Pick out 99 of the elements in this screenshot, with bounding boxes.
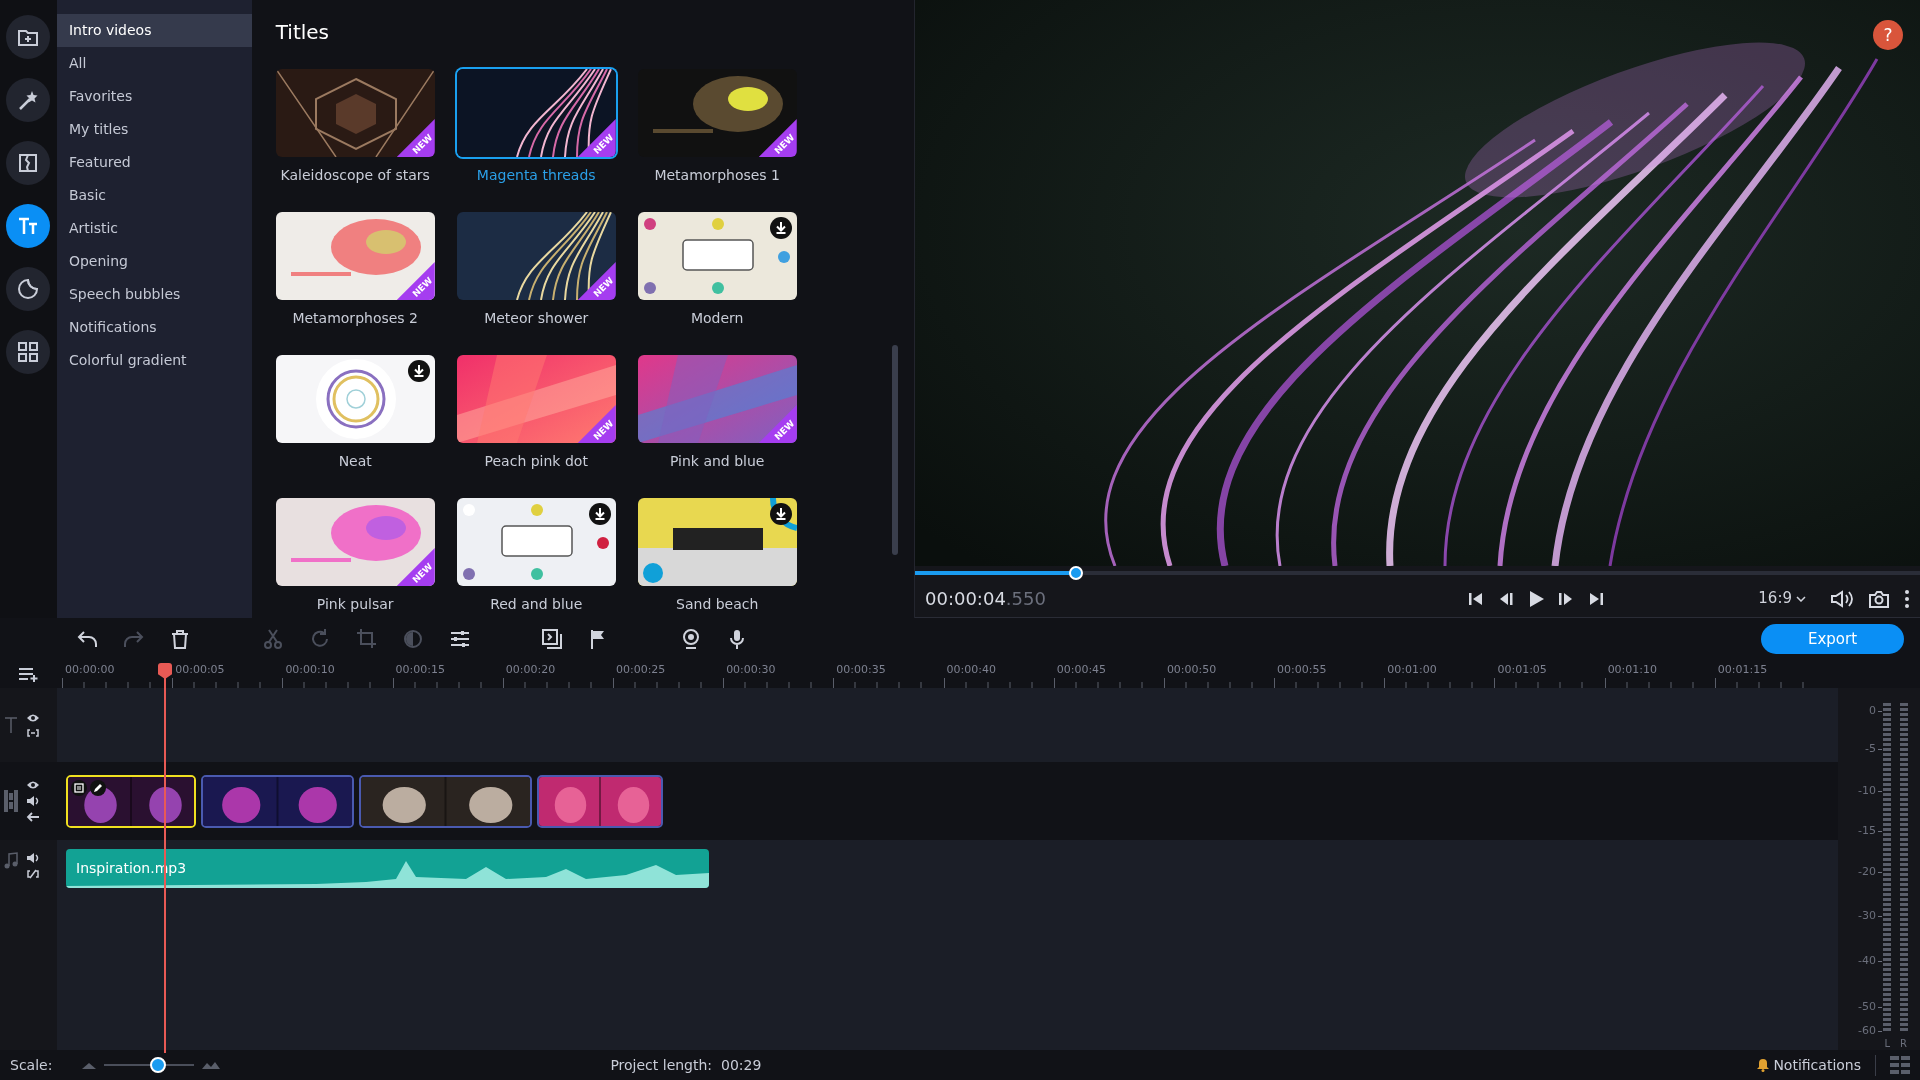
sidebar-tool-button[interactable] [6,141,51,185]
ruler-label: 00:00:50 [1166,662,1217,678]
unlink-icon[interactable] [26,869,40,879]
camera-icon[interactable] [1868,588,1890,609]
ruler-label: 00:00:00 [65,662,115,678]
undo-icon[interactable] [76,628,98,650]
title-label: Neat [338,452,372,471]
category-item[interactable]: My titles [56,113,252,146]
meter-scale-label: -40 [1858,955,1876,966]
meter-scale-label: -50 [1858,1001,1876,1012]
channel-label: R [1900,1037,1907,1051]
sliders-icon[interactable] [449,628,471,650]
title-label: Pink and blue [669,452,765,471]
download-icon[interactable] [769,217,792,239]
pencil-icon[interactable] [90,779,106,796]
category-item[interactable]: All [56,47,252,80]
sidebar-tool-button[interactable] [6,78,51,122]
category-item[interactable]: Featured [56,146,252,179]
meter-scale-label: -60 [1858,1025,1876,1036]
download-icon[interactable] [769,503,792,525]
ruler-label: 00:00:55 [1277,662,1327,678]
channel-label: L [1884,1037,1890,1051]
overlay-icon[interactable] [541,628,563,650]
save-icon[interactable] [71,779,87,796]
text-track-icon [4,716,18,734]
ruler-label: 00:00:10 [285,662,335,678]
category-item[interactable]: Intro videos [56,14,252,47]
ruler-label: 00:00:05 [175,662,225,678]
grid-icon [16,340,41,364]
scrollbar[interactable] [891,345,898,555]
ruler-label: 00:00:15 [395,662,445,678]
title-label: Peach pink dot [484,452,588,471]
ruler-label: 00:01:10 [1607,662,1658,678]
volume-icon[interactable] [1830,588,1854,609]
ruler-label: 00:01:05 [1497,662,1547,678]
progress-track[interactable] [915,566,1920,580]
webcam-icon[interactable] [680,628,702,650]
chevron-down-icon [1796,595,1806,602]
link-icon[interactable] [26,727,40,738]
more-icon[interactable] [1904,588,1910,609]
category-item[interactable]: Opening [56,245,252,278]
sticker-icon [16,277,41,301]
music-note-icon [4,852,18,870]
title-label: Kaleidoscope of stars [280,166,430,185]
aspect-ratio-dropdown[interactable]: 16:9 [1754,587,1810,610]
category-item[interactable]: Artistic [56,212,252,245]
ruler-label: 00:00:35 [836,662,886,678]
category-item[interactable]: Favorites [56,80,252,113]
trash-icon[interactable] [169,628,191,650]
speaker-icon[interactable] [26,852,40,864]
eye-icon[interactable] [26,712,40,723]
ruler-label: 00:00:45 [1056,662,1107,678]
ruler-label: 00:00:40 [946,662,996,678]
zoom-out-icon[interactable] [82,1061,97,1069]
meter-scale-label: -15 [1858,825,1876,836]
category-item[interactable]: Colorful gradient [56,344,252,377]
ruler-label: 00:00:20 [505,662,556,678]
title-label: Red and blue [490,595,583,614]
meter-scale-label: 0 [1869,705,1876,716]
title-label: Sand beach [676,595,759,614]
sidebar-tool-button[interactable] [6,15,51,59]
zoom-in-icon[interactable] [202,1061,221,1069]
title-label: Magenta threads [476,166,596,185]
eye-icon[interactable] [26,780,40,790]
scale-label: Scale: [10,1055,53,1075]
ruler-label: 00:00:30 [726,662,776,678]
layout-icon[interactable] [1890,1056,1910,1074]
meter-scale-label: -30 [1858,910,1876,921]
category-item[interactable]: Notifications [56,311,252,344]
slider-thumb[interactable] [150,1057,167,1073]
category-item[interactable]: Basic [56,179,252,212]
title-label: Metamorphoses 1 [654,166,780,185]
title-label: Meteor shower [484,309,589,328]
ruler-label: 00:01:15 [1717,662,1768,678]
speaker-icon[interactable] [26,795,40,807]
ruler-label: 00:00:25 [615,662,666,678]
sidebar-tool-button[interactable] [6,267,51,311]
project-length: Project length: 00:29 [610,1055,762,1075]
arrow-left-icon[interactable] [26,812,40,822]
title-label: Metamorphoses 2 [292,309,418,328]
meter-scale-label: -5 [1865,743,1876,754]
film-icon [4,790,18,812]
progress-thumb[interactable] [1068,566,1083,580]
sidebar-tool-button[interactable] [6,204,51,248]
notifications-button[interactable]: Notifications [1757,1054,1876,1076]
meter-scale-label: -20 [1858,866,1876,877]
ruler-label: 00:01:00 [1387,662,1437,678]
title-label: Pink pulsar [316,595,394,614]
panel-heading: Titles [275,19,329,46]
meter-scale-label: -10 [1858,785,1876,796]
download-icon[interactable] [407,360,430,382]
download-icon[interactable] [588,503,611,525]
timecode: 00:00:04.550 [925,587,1046,611]
scale-slider[interactable] [104,1057,195,1073]
category-item[interactable]: Speech bubbles [56,278,252,311]
bell-icon [1757,1058,1770,1072]
add-track-icon[interactable] [17,666,40,682]
title-label: Modern [690,309,744,328]
sidebar-tool-button[interactable] [6,330,51,374]
